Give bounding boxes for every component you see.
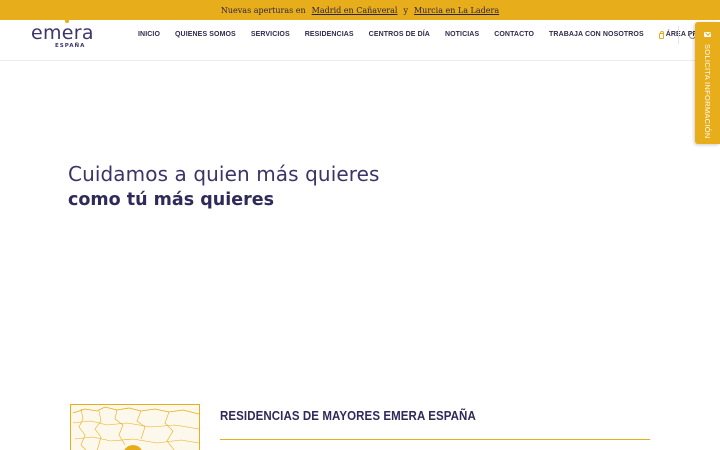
nav-divider — [678, 26, 679, 44]
envelope-icon — [704, 32, 711, 37]
nav-item-servicios[interactable]: SERVICIOS — [251, 31, 290, 38]
hero-heading: Cuidamos a quien más quieres como tú más… — [68, 161, 380, 213]
logo-subtitle: ESPAÑA — [55, 43, 86, 49]
announcement-conj: y — [403, 5, 408, 15]
solicita-informacion-tab[interactable]: SOLICITA INFORMACIÓN — [695, 22, 720, 144]
map-outline — [72, 406, 199, 450]
nav-item-noticias[interactable]: NOTICIAS — [445, 31, 479, 38]
nav-item-inicio[interactable]: INICIO — [138, 31, 160, 38]
section-title: RESIDENCIAS DE MAYORES EMERA ESPAÑA — [220, 409, 476, 423]
announcement-link-madrid[interactable]: Madrid en Cañaveral — [312, 6, 398, 15]
hero-line-2: como tú más quieres — [68, 190, 274, 210]
logo-wordmark: emera — [31, 22, 94, 44]
nav-item-contacto[interactable]: CONTACTO — [494, 31, 534, 38]
site-logo[interactable]: emera ESPAÑA — [31, 19, 107, 54]
nav-item-residencias[interactable]: RESIDENCIAS — [305, 31, 354, 38]
site-header: emera ESPAÑA INICIO QUIENES SOMOS SERVIC… — [0, 19, 720, 61]
announcement-bar: Nuevas aperturas en Madrid en Cañaveral … — [0, 0, 720, 20]
nav-item-quienes-somos[interactable]: QUIENES SOMOS — [175, 31, 236, 38]
section-divider — [220, 439, 650, 440]
main-nav: INICIO QUIENES SOMOS SERVICIOS RESIDENCI… — [138, 30, 720, 39]
nav-item-trabaja-con-nosotros[interactable]: TRABAJA CON NOSOTROS — [549, 31, 644, 38]
hero-line-1: Cuidamos a quien más quieres — [68, 162, 380, 186]
lock-icon — [658, 30, 664, 39]
announcement-link-murcia[interactable]: Murcia en La Ladera — [414, 6, 499, 15]
announcement-prefix: Nuevas aperturas en — [220, 5, 306, 15]
solicita-informacion-label: SOLICITA INFORMACIÓN — [703, 44, 712, 139]
spain-map-thumbnail[interactable] — [70, 404, 200, 450]
nav-item-centros-de-dia[interactable]: CENTROS DE DÍA — [369, 31, 430, 38]
